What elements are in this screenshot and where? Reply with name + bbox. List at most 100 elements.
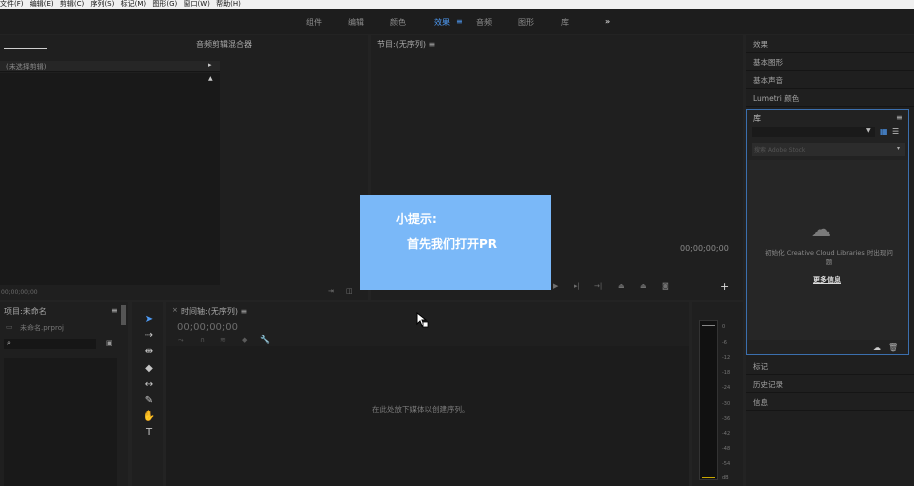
track-select-tool-icon[interactable]: ⇢ [141,328,157,343]
menu-marker[interactable]: 标记(M) [121,0,147,9]
more-info-link[interactable]: 更多信息 [813,275,841,285]
meter-tick-18: -18 [722,370,731,376]
go-to-out-icon[interactable]: →| [594,282,602,290]
audio-meters-panel [692,302,743,486]
workspace-more-icon[interactable]: » [605,17,610,26]
clip-selector[interactable]: (未选择剪辑) ▸ [0,61,220,72]
project-search-input[interactable]: ⌕ [4,339,96,349]
hand-tool-icon[interactable]: ✋ [141,409,157,424]
tab-underline [4,48,47,49]
meter-tick-24: -24 [722,385,731,391]
workspace-audio[interactable]: 音频 [476,17,492,28]
menu-edit[interactable]: 编辑(E) [30,0,54,9]
ripple-edit-tool-icon[interactable]: ⇹ [141,344,157,359]
export-frame-camera-icon[interactable]: ◙ [662,282,669,290]
audio-clip-mixer-title[interactable]: 音频剪辑混合器 [196,39,252,50]
lumetri-color-tab[interactable]: Lumetri 颜色 [746,89,914,107]
lift-icon[interactable]: ⏏ [618,282,625,290]
workspace-editing[interactable]: 编辑 [348,17,364,28]
tip-overlay: 小提示: 首先我们打开PR [360,195,551,290]
cloud-sync-icon[interactable]: ☁ [873,343,881,352]
workspace-color[interactable]: 颜色 [390,17,406,28]
camera-icon[interactable]: ◫ [346,287,353,295]
meter-tick-36: -36 [722,416,731,422]
workspace-graphics[interactable]: 图形 [518,17,534,28]
tip-body: 首先我们打开PR [407,237,498,251]
program-title[interactable]: 节目:(无序列) ≡ [377,39,435,50]
project-items-area [4,358,117,486]
history-tab[interactable]: 历史记录 [746,375,914,393]
add-button-icon[interactable]: + [720,280,729,293]
workspace-libraries[interactable]: 库 [561,17,569,28]
project-scrollbar[interactable] [121,305,126,325]
mixer-area: ▲ [0,73,220,285]
menu-file[interactable]: 文件(F) [0,0,24,9]
timeline-drop-area[interactable]: 在此处放下媒体以创建序列。 [166,346,689,486]
info-tab[interactable]: 信息 [746,393,914,411]
menu-help[interactable]: 帮助(H) [216,0,241,9]
wrench-icon[interactable]: 🔧 [260,335,270,344]
snap-icon[interactable]: ⤳ [178,336,184,345]
workspace-bar: 组件 编辑 颜色 效果 ≡ 音频 图形 库 » [0,9,914,34]
new-bin-icon[interactable]: ▣ [106,339,113,347]
stock-search-placeholder: 搜索 Adobe Stock [754,147,806,154]
audio-meter-bar [699,320,718,480]
timeline-timecode: 00;00;00;00 [177,322,239,333]
meter-level-line [702,477,715,478]
source-timecode: 00;00;00;00 [1,289,38,296]
project-title[interactable]: 项目:未命名 [4,306,47,317]
tip-title: 小提示: [396,212,437,226]
trash-icon[interactable]: 🗑 [888,343,898,352]
essential-sound-tab[interactable]: 基本声音 [746,71,914,89]
project-panel: 项目:未命名 ≡ ▭ 未命名.prproj ⌕ ▣ [0,302,128,486]
add-marker-icon[interactable]: ≋ [220,336,226,344]
menu-clip[interactable]: 剪辑(C) [60,0,84,9]
timeline-title[interactable]: 时间轴:(无序列) ≡ [181,306,247,317]
search-icon: ⌕ [7,339,11,347]
meter-tick-12: -12 [722,355,731,361]
list-view-icon[interactable]: ☰ [892,127,899,136]
chevron-down-icon[interactable]: ▼ [866,127,871,134]
libraries-menu-icon[interactable]: ≡ [896,113,903,122]
step-forward-icon[interactable]: ▸| [574,282,580,290]
libraries-title[interactable]: 库 [753,113,761,124]
linked-selection-icon[interactable]: ∩ [200,336,205,344]
export-frame-icon[interactable]: ⇥ [328,287,334,295]
close-icon[interactable]: × [172,306,178,314]
meter-tick-30: -30 [722,401,731,407]
selection-tool-icon[interactable]: ➤ [141,312,157,327]
menu-graphics[interactable]: 图形(G) [152,0,177,9]
library-dropdown[interactable]: ▼ [752,127,875,137]
meter-tick-6: -6 [722,340,727,346]
meter-tick-48: -48 [722,446,731,452]
stock-search-input[interactable]: 搜索 Adobe Stock ▾ [752,143,905,156]
workspace-effects-menu-icon[interactable]: ≡ [456,17,463,26]
workspace-assembly[interactable]: 组件 [306,17,322,28]
marker-icon[interactable]: ◆ [242,336,247,344]
extract-icon[interactable]: ⏏ [640,282,647,290]
essential-graphics-tab[interactable]: 基本图形 [746,53,914,71]
scroll-up-icon[interactable]: ▲ [208,75,213,82]
menu-bar: 文件(F) 编辑(E) 剪辑(C) 序列(S) 标记(M) 图形(G) 窗口(W… [0,0,914,9]
meter-tick-db: dB [722,475,729,481]
source-panel: 音频剪辑混合器 (未选择剪辑) ▸ ▲ 00;00;00;00 ⇥ ◫ [0,35,368,300]
workspace-effects[interactable]: 效果 [434,17,450,28]
timeline-empty-message: 在此处放下媒体以创建序列。 [372,405,470,414]
razor-tool-icon[interactable]: ◆ [141,361,157,376]
cloud-error-icon: ☁ [811,217,831,241]
project-menu-icon[interactable]: ≡ [111,306,118,315]
effects-panel-tab[interactable]: 效果 [746,35,914,53]
markers-tab[interactable]: 标记 [746,357,914,375]
play-icon[interactable]: ▶ [553,282,558,290]
slip-tool-icon[interactable]: ↔ [141,377,157,392]
libraries-panel: 库 ≡ ▼ ▦ ☰ 搜索 Adobe Stock ▾ ☁ 初始化 Creativ… [746,109,909,355]
search-chevron-icon[interactable]: ▾ [897,145,900,152]
pen-tool-icon[interactable]: ✎ [141,393,157,408]
folder-icon: ▭ [6,323,13,331]
menu-sequence[interactable]: 序列(S) [90,0,114,9]
chevron-right-icon[interactable]: ▸ [208,61,212,69]
menu-window[interactable]: 窗口(W) [183,0,209,9]
no-clip-label: (未选择剪辑) [6,63,47,71]
type-tool-icon[interactable]: T [141,425,157,440]
grid-view-icon[interactable]: ▦ [880,127,888,136]
